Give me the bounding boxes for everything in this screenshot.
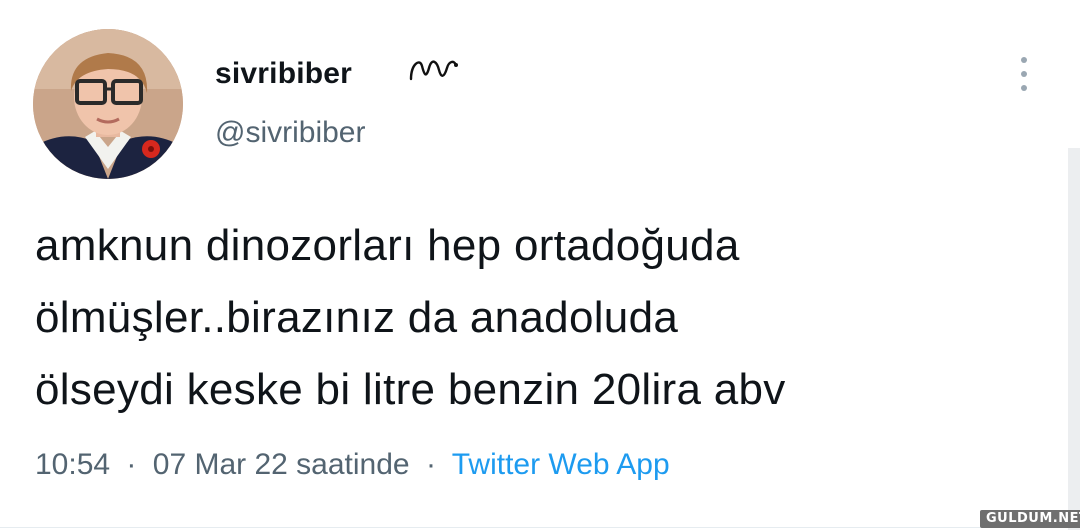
more-vertical-icon[interactable]: [1006, 52, 1042, 96]
avatar-image: [33, 29, 183, 179]
user-handle[interactable]: @sivribiber: [215, 116, 365, 150]
display-name[interactable]: sivribiber: [215, 57, 352, 91]
tweet-text-line: ölseydi keske bi litre benzin 20lira abv: [35, 365, 786, 414]
watermark-logo: GULDUM.NET: [980, 510, 1080, 528]
snake-emoji-icon: [409, 60, 458, 81]
divider: [0, 527, 1080, 528]
meta-separator: ·: [126, 448, 137, 481]
tweet-card: sivribiber @sivribiber amknun dinozorlar…: [0, 0, 1080, 530]
tweet-meta: 10:54 · 07 Mar 22 saatinde · Twitter Web…: [35, 448, 670, 482]
tweet-time[interactable]: 10:54: [35, 448, 110, 481]
avatar[interactable]: [33, 29, 183, 179]
tweet-text-line: ölmüşler..birazınız da anadoluda: [35, 293, 679, 342]
tweet-text-line: amknun dinozorları hep ortadoğuda: [35, 221, 740, 270]
tweet-date[interactable]: 07 Mar 22 saatinde: [153, 448, 410, 481]
tweet-text: amknun dinozorları hep ortadoğuda ölmüşl…: [35, 210, 1055, 426]
right-edge-strip: [1068, 148, 1080, 530]
tweet-source-link[interactable]: Twitter Web App: [452, 448, 670, 481]
meta-separator: ·: [425, 448, 436, 481]
